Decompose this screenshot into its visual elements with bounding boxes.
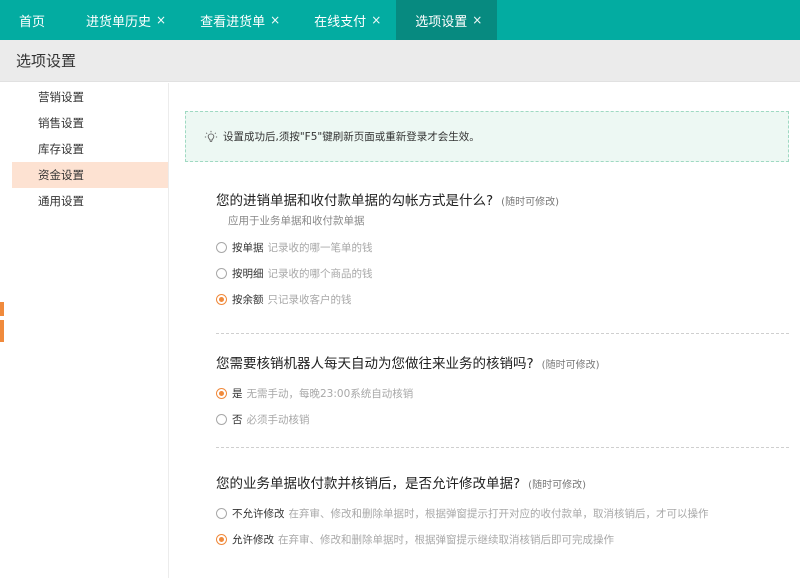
top-tab-bar: 首页 进货单历史 × 查看进货单 × 在线支付 × 选项设置 × (0, 0, 800, 40)
option-description: 记录收的哪个商品的钱 (267, 267, 373, 280)
sidebar-item-funds[interactable]: 资金设置 (12, 162, 168, 188)
close-icon[interactable]: × (472, 13, 482, 27)
section-divider (216, 447, 789, 448)
tab-option-settings[interactable]: 选项设置 × (396, 0, 498, 40)
tab-purchase-history[interactable]: 进货单历史 × (67, 0, 181, 40)
option-description: 在弃审、修改和删除单据时，根据弹窗提示打开对应的收付款单，取消核销后，才可以操作 (288, 507, 709, 520)
radio-button[interactable] (216, 267, 227, 279)
radio-option-no[interactable]: 否 必须手动核销 (216, 406, 790, 432)
question-title: 您的业务单据收付款并核销后，是否允许修改单据? (随时可修改) (216, 474, 790, 494)
tab-label: 选项设置 (415, 14, 468, 30)
settings-content: 设置成功后,须按"F5"键刷新页面或重新登录才会生效。 您的进销单据和收付款单据… (169, 83, 800, 578)
radio-button-selected[interactable] (216, 533, 227, 545)
option-label: 允许修改 (232, 533, 274, 546)
auto-writeoff-section: 您需要核销机器人每天自动为您做往来业务的核销吗? (随时可修改) 是 无需手动，每… (216, 354, 790, 432)
option-label: 不允许修改 (232, 507, 285, 520)
option-label: 按余额 (232, 293, 264, 306)
tab-online-payment[interactable]: 在线支付 × (295, 0, 396, 40)
option-label: 是 (232, 387, 243, 400)
section-divider (216, 333, 789, 334)
settings-sidebar: 营销设置 销售设置 库存设置 资金设置 通用设置 (12, 83, 169, 578)
radio-button[interactable] (216, 241, 227, 253)
settlement-method-section: 您的进销单据和收付款单据的勾帐方式是什么? (随时可修改) 应用于业务单据和收付款… (216, 191, 790, 312)
option-description: 无需手动，每晚23:00系统自动核销 (246, 387, 414, 400)
option-description: 在弃审、修改和删除单据时，根据弹窗提示继续取消核销后即可完成操作 (278, 533, 614, 546)
tab-label: 首页 (19, 14, 46, 30)
option-label: 否 (232, 413, 243, 426)
sidebar-item-marketing[interactable]: 营销设置 (12, 84, 168, 110)
option-label: 按明细 (232, 267, 264, 280)
radio-option-allow-edit[interactable]: 允许修改 在弃审、修改和删除单据时，根据弹窗提示继续取消核销后即可完成操作 (216, 526, 790, 552)
question-hint: (随时可修改) (501, 197, 559, 208)
radio-option-by-balance[interactable]: 按余额 只记录收客户的钱 (216, 286, 790, 312)
radio-option-by-document[interactable]: 按单据 记录收的哪一笔单的钱 (216, 234, 790, 260)
allow-edit-section: 您的业务单据收付款并核销后，是否允许修改单据? (随时可修改) 不允许修改 在弃审… (216, 474, 790, 552)
tab-view-purchase-order[interactable]: 查看进货单 × (181, 0, 295, 40)
tab-label: 进货单历史 (86, 14, 152, 30)
question-title: 您的进销单据和收付款单据的勾帐方式是什么? (随时可修改) (216, 191, 790, 211)
radio-option-by-detail[interactable]: 按明细 记录收的哪个商品的钱 (216, 260, 790, 286)
sidebar-item-sales[interactable]: 销售设置 (12, 110, 168, 136)
notice-text: 设置成功后,须按"F5"键刷新页面或重新登录才会生效。 (223, 131, 480, 143)
sidebar-item-inventory[interactable]: 库存设置 (12, 136, 168, 162)
close-icon[interactable]: × (371, 13, 381, 27)
option-label: 按单据 (232, 241, 264, 254)
radio-button-selected[interactable] (216, 293, 227, 305)
option-description: 记录收的哪一笔单的钱 (267, 241, 373, 254)
page-title: 选项设置 (16, 52, 77, 70)
question-title: 您需要核销机器人每天自动为您做往来业务的核销吗? (随时可修改) (216, 354, 790, 374)
question-text: 您的业务单据收付款并核销后，是否允许修改单据? (216, 476, 521, 492)
question-hint: (随时可修改) (528, 480, 586, 491)
radio-button-selected[interactable] (216, 387, 227, 399)
radio-button[interactable] (216, 413, 227, 425)
question-hint: (随时可修改) (541, 360, 600, 371)
option-description: 必须手动核销 (246, 413, 310, 426)
question-text: 您的进销单据和收付款单据的勾帐方式是什么? (216, 193, 494, 209)
tab-label: 查看进货单 (200, 14, 266, 30)
close-icon[interactable]: × (156, 13, 166, 27)
page-header: 选项设置 (0, 40, 800, 82)
question-subtitle: 应用于业务单据和收付款单据 (228, 215, 365, 227)
lightbulb-icon (204, 130, 218, 142)
close-icon[interactable]: × (270, 13, 280, 27)
radio-option-yes[interactable]: 是 无需手动，每晚23:00系统自动核销 (216, 380, 790, 406)
radio-option-disallow-edit[interactable]: 不允许修改 在弃审、修改和删除单据时，根据弹窗提示打开对应的收付款单，取消核销后… (216, 500, 790, 526)
radio-button[interactable] (216, 507, 227, 519)
sidebar-toggle-handle[interactable] (0, 302, 4, 342)
tab-label: 在线支付 (314, 14, 367, 30)
option-description: 只记录收客户的钱 (267, 293, 352, 306)
notice-banner: 设置成功后,须按"F5"键刷新页面或重新登录才会生效。 (185, 111, 789, 162)
sidebar-item-general[interactable]: 通用设置 (12, 188, 168, 214)
tab-home[interactable]: 首页 (0, 0, 67, 40)
question-text: 您需要核销机器人每天自动为您做往来业务的核销吗? (216, 356, 534, 372)
